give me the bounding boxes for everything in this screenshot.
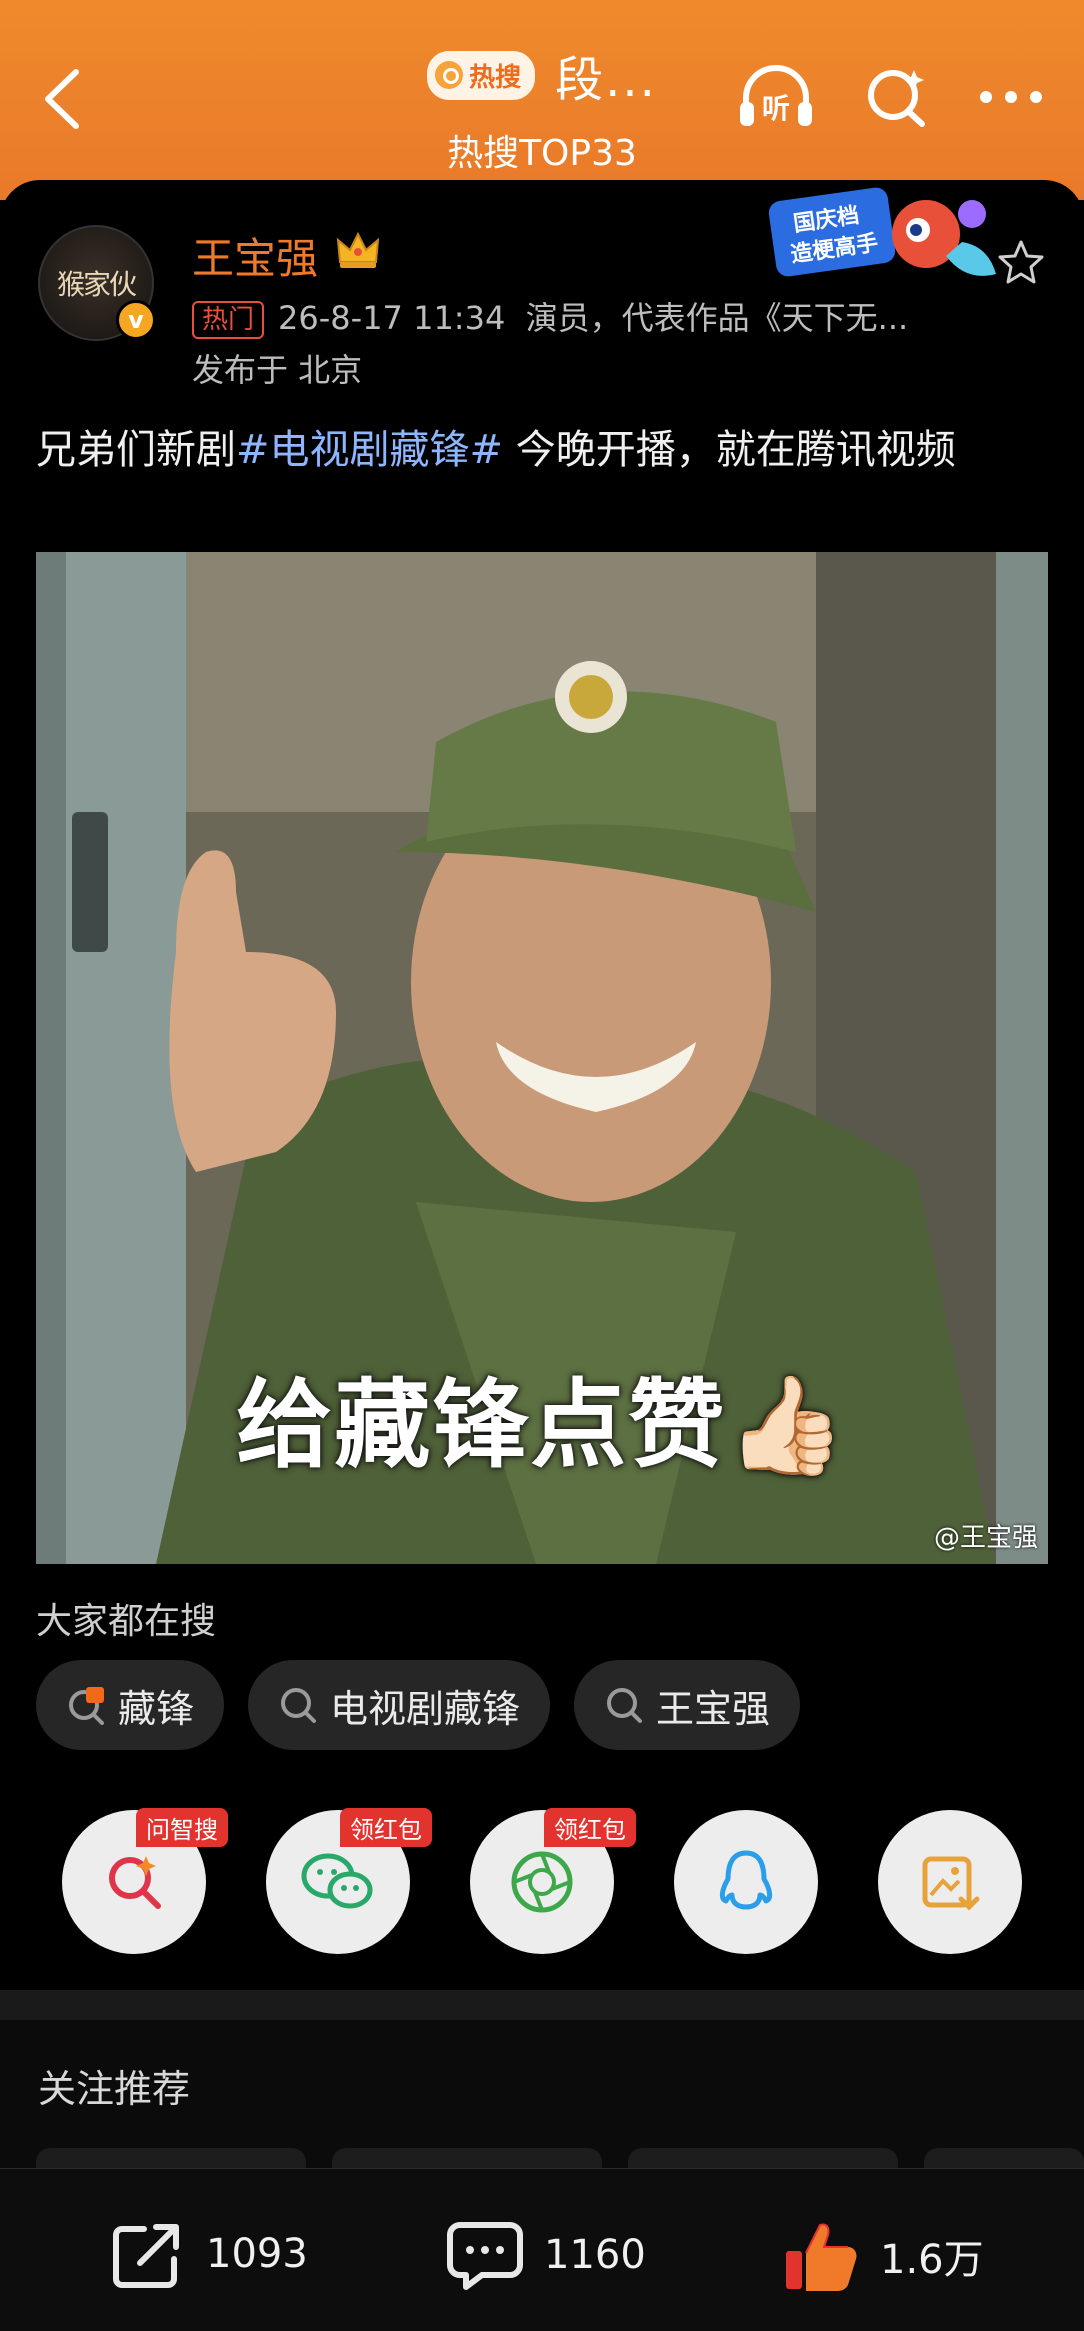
share-ai-search-button[interactable]: 问智搜 xyxy=(62,1808,228,1954)
header-actions: 听 xyxy=(736,62,1044,132)
follow-section-label: 关注推荐 xyxy=(38,2067,191,2111)
share-qq-button[interactable] xyxy=(674,1810,818,1954)
image-caption: 给藏锋点赞👍🏻 xyxy=(236,1369,848,1481)
like-button[interactable]: 1.6万 xyxy=(782,2219,984,2293)
recommend-card-4[interactable] xyxy=(924,2148,1084,2168)
search-icon xyxy=(607,1688,643,1723)
post-text: 兄弟们新剧#电视剧藏锋# 今晚开播，就在腾讯视频 xyxy=(36,420,1046,480)
ai-search-ribbon: 问智搜 xyxy=(136,1808,228,1847)
search-chip-2-text: 电视剧藏锋 xyxy=(330,1686,521,1731)
repost-icon xyxy=(113,2224,179,2288)
moments-ribbon: 领红包 xyxy=(544,1808,636,1847)
section-divider xyxy=(0,1990,1084,2020)
like-count: 1.6万 xyxy=(880,2237,984,2283)
page: 热搜 段... 热搜TOP33 听 猴家伙 v 王宝强 热门 26-8-17 1… xyxy=(0,0,1084,2331)
ai-search-icon xyxy=(109,1856,161,1909)
share-wechat-button[interactable]: 领红包 xyxy=(266,1808,432,1954)
svg-text:听: 听 xyxy=(762,92,790,125)
favorite-star-icon[interactable] xyxy=(996,238,1046,288)
wechat-ribbon: 领红包 xyxy=(340,1808,432,1847)
comment-icon xyxy=(447,2222,523,2290)
post-time: 26-8-17 11:34 xyxy=(278,299,506,337)
thumbs-up-icon xyxy=(786,2223,857,2291)
search-chip-1-text: 藏锋 xyxy=(118,1686,195,1731)
avatar-text: 猴家伙 xyxy=(56,268,137,301)
listen-icon[interactable]: 听 xyxy=(736,62,816,132)
author-desc: 演员，代表作品《天下无... xyxy=(525,299,909,337)
search-small-icon xyxy=(435,61,464,89)
search-chip-3[interactable]: 王宝强 xyxy=(574,1660,801,1750)
search-icon[interactable] xyxy=(864,64,930,130)
hot-search-icon xyxy=(69,1687,104,1725)
verified-badge: v xyxy=(116,300,156,340)
save-image-icon xyxy=(922,1856,980,1911)
search-chip-1[interactable]: 藏锋 xyxy=(36,1660,225,1750)
search-chips: 藏锋 电视剧藏锋 王宝强 xyxy=(36,1660,801,1750)
recommend-card-1[interactable] xyxy=(36,2148,306,2168)
comment-button[interactable]: 1160 xyxy=(446,2219,646,2291)
share-row: 问智搜 领红包 领红包 xyxy=(62,1808,1022,1954)
post-image[interactable]: 给藏锋点赞👍🏻 @王宝强 xyxy=(36,552,1048,1564)
share-moments-button[interactable]: 领红包 xyxy=(470,1808,636,1954)
repost-button[interactable]: 1093 xyxy=(110,2219,308,2289)
search-chip-2[interactable]: 电视剧藏锋 xyxy=(248,1660,551,1750)
post-text-before: 兄弟们新剧 xyxy=(36,427,236,473)
topic-title[interactable]: 段... xyxy=(555,52,657,108)
top-header: 热搜 段... 热搜TOP33 听 xyxy=(0,0,1084,200)
wechat-icon xyxy=(301,1853,373,1909)
national-day-sticker[interactable]: 国庆档 造梗高手 xyxy=(766,186,1006,296)
moments-icon xyxy=(511,1851,573,1913)
recommend-card-2[interactable] xyxy=(332,2148,602,2168)
hot-tag: 热门 xyxy=(192,301,265,339)
hashtag-link[interactable]: #电视剧藏锋# xyxy=(236,427,503,473)
comment-count: 1160 xyxy=(544,2232,646,2278)
more-icon[interactable] xyxy=(978,87,1044,107)
crown-icon xyxy=(336,231,380,268)
bottom-action-bar: 1093 1160 1.6万 xyxy=(0,2168,1084,2331)
qq-icon xyxy=(719,1850,773,1910)
recommend-card-3[interactable] xyxy=(628,2148,898,2168)
hot-search-label: 热搜 xyxy=(469,62,522,93)
image-watermark: @王宝强 xyxy=(933,1523,1038,1553)
save-image-button[interactable] xyxy=(878,1810,1022,1954)
username[interactable]: 王宝强 xyxy=(192,225,318,286)
post-meta: 热门 26-8-17 11:34 演员，代表作品《天下无... xyxy=(192,293,908,339)
repost-count: 1093 xyxy=(206,2231,308,2277)
hot-search-badge: 热搜 xyxy=(427,50,536,100)
search-chip-3-text: 王宝强 xyxy=(656,1686,771,1731)
search-section-label: 大家都在搜 xyxy=(36,1601,217,1642)
search-icon xyxy=(281,1688,317,1723)
post-location: 发布于 北京 xyxy=(192,351,363,389)
post-text-after: 今晚开播，就在腾讯视频 xyxy=(503,427,956,473)
